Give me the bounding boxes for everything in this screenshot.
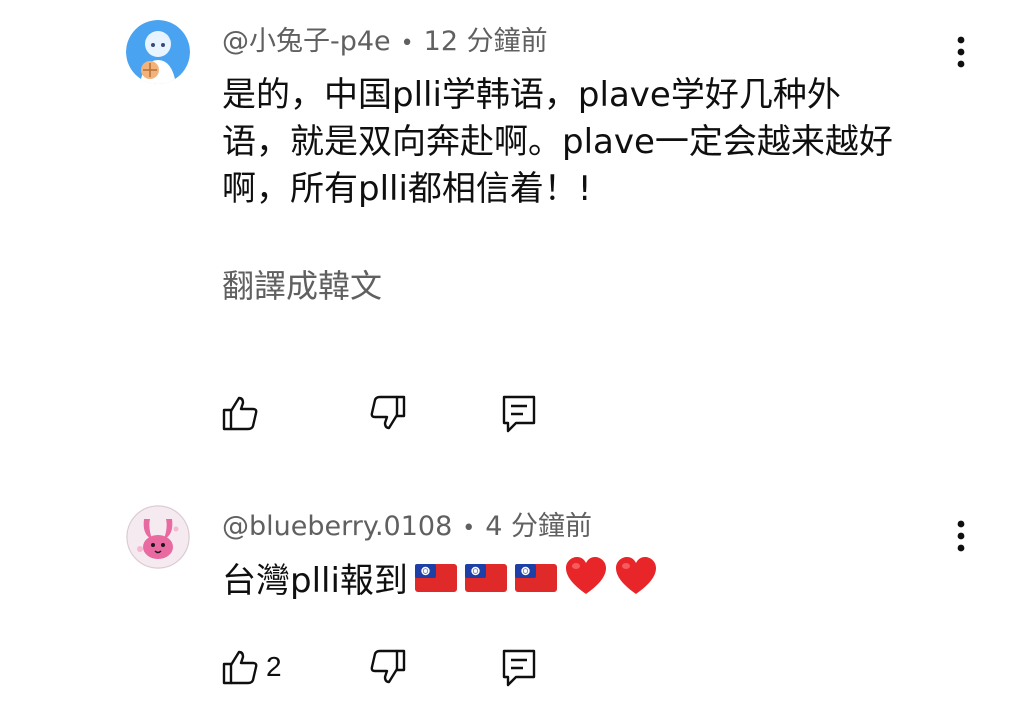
red-heart-icon xyxy=(614,556,658,609)
dislike-button[interactable] xyxy=(368,388,408,438)
comment-meta: @小兔子-p4e • 12 分鐘前 xyxy=(222,24,548,62)
thumb-up-icon xyxy=(222,650,258,685)
more-vert-icon xyxy=(957,36,965,68)
dislike-button[interactable] xyxy=(368,642,408,692)
comment-text: 是的，中国plli学韩语，plave学好几种外 语，就是双向奔赴啊。plave一… xyxy=(222,75,893,209)
comment-actions xyxy=(0,388,1024,438)
like-button[interactable] xyxy=(220,388,260,438)
comment-author[interactable]: @blueberry.0108 xyxy=(222,511,452,542)
reply-button[interactable] xyxy=(500,388,540,438)
thumb-down-icon xyxy=(370,395,406,430)
meta-separator: • xyxy=(462,516,476,541)
avatar[interactable] xyxy=(126,20,190,84)
comment-meta: @blueberry.0108 • 4 分鐘前 xyxy=(222,509,592,547)
taiwan-flag-icon xyxy=(464,559,508,606)
reply-icon xyxy=(502,649,536,687)
avatar[interactable] xyxy=(126,505,190,569)
comment-menu-button[interactable] xyxy=(946,516,976,556)
taiwan-flag-icon xyxy=(514,559,558,606)
taiwan-flag-icon xyxy=(414,559,458,606)
comment-menu-button[interactable] xyxy=(946,32,976,72)
comment-text-line: 台灣plli報到 xyxy=(222,556,942,609)
thumb-up-icon xyxy=(222,396,258,431)
like-count: 2 xyxy=(266,651,282,682)
reply-icon xyxy=(502,395,536,433)
reply-button[interactable] xyxy=(500,642,540,692)
translate-link[interactable]: 翻譯成韓文 xyxy=(222,264,382,308)
comment-text: 台灣plli報到 xyxy=(222,561,408,601)
comment-time: 12 分鐘前 xyxy=(423,26,548,57)
more-vert-icon xyxy=(957,520,965,552)
like-button[interactable]: 2 xyxy=(220,642,282,692)
comment-author[interactable]: @小兔子-p4e xyxy=(222,26,391,57)
comment-actions: 2 xyxy=(0,642,1024,692)
meta-separator: • xyxy=(400,31,414,56)
comment-item: @blueberry.0108 • 4 分鐘前 台灣plli報到 2 xyxy=(0,490,1024,728)
comment-item: @小兔子-p4e • 12 分鐘前 是的，中国plli学韩语，plave学好几种外 … xyxy=(0,0,1024,470)
comment-time: 4 分鐘前 xyxy=(485,511,593,542)
red-heart-icon xyxy=(564,556,608,609)
thumb-down-icon xyxy=(370,649,406,684)
